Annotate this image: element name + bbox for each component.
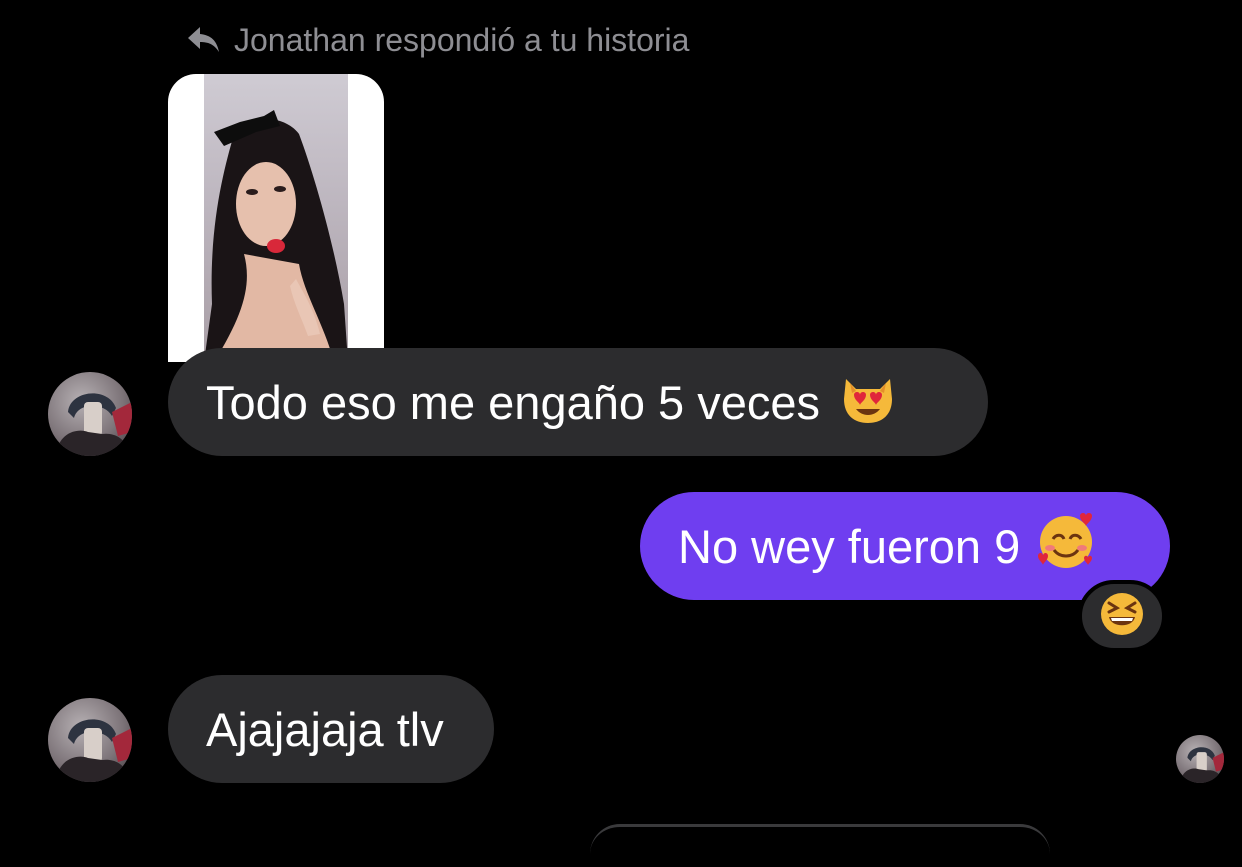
reply-arrow-icon: [186, 25, 222, 55]
message-text: Ajajajaja tlv: [206, 702, 444, 756]
incoming-message[interactable]: Ajajajaja tlv: [168, 675, 494, 783]
story-photo: [204, 74, 348, 362]
read-receipt-avatar: [1176, 735, 1224, 783]
heart-eyes-cat-emoji: [840, 369, 896, 436]
reply-header-text: Jonathan respondió a tu historia: [234, 21, 690, 58]
partial-message-bubble[interactable]: [590, 824, 1050, 867]
outgoing-message[interactable]: No wey fueron 9: [640, 492, 1170, 600]
avatar[interactable]: [48, 372, 132, 456]
story-thumbnail[interactable]: [168, 74, 384, 362]
message-text: No wey fueron 9: [678, 519, 1021, 573]
story-reply-header: Jonathan respondió a tu historia: [186, 18, 689, 62]
incoming-message[interactable]: Todo eso me engaño 5 veces: [168, 348, 988, 456]
smiling-face-with-hearts-emoji: [1036, 512, 1098, 581]
message-reaction[interactable]: [1078, 580, 1166, 652]
grinning-squinting-face-emoji: [1099, 591, 1145, 642]
avatar[interactable]: [48, 698, 132, 782]
message-text: Todo eso me engaño 5 veces: [206, 375, 821, 429]
